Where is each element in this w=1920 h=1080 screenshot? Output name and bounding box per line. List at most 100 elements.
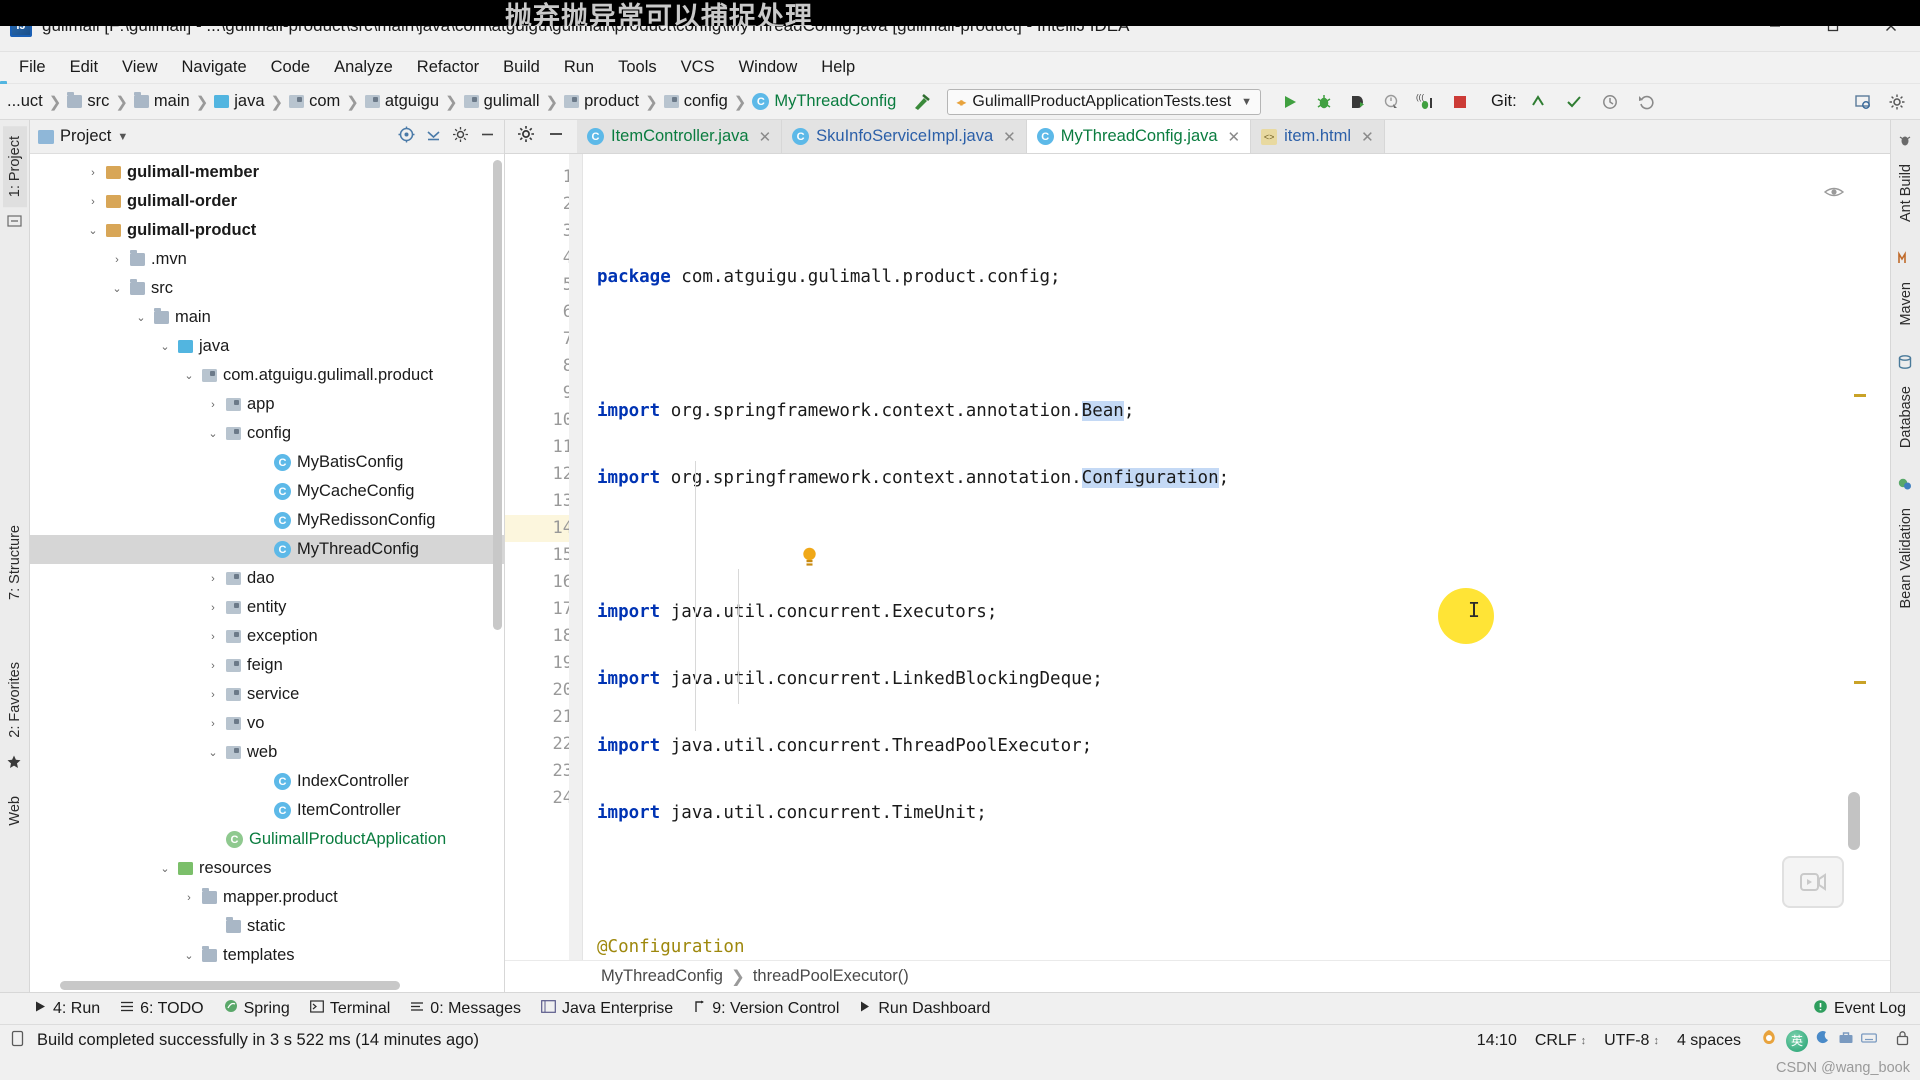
line-separator[interactable]: CRLF ↕: [1535, 1032, 1586, 1050]
menu-window[interactable]: Window: [728, 55, 809, 80]
gear-icon[interactable]: [517, 125, 535, 148]
menu-build[interactable]: Build: [492, 55, 551, 80]
expand-arrow-icon[interactable]: ›: [110, 254, 124, 266]
tree-node[interactable]: ⌄ web: [30, 738, 504, 767]
menu-refactor[interactable]: Refactor: [406, 55, 490, 80]
editor-vertical-scrollbar[interactable]: [1848, 792, 1860, 850]
tree-node[interactable]: › service: [30, 680, 504, 709]
breadcrumb-class[interactable]: MyThreadConfig: [601, 967, 723, 986]
settings-icon[interactable]: [1882, 88, 1912, 116]
git-update-icon[interactable]: [1523, 88, 1553, 116]
navbar-crumb-config[interactable]: config: [659, 84, 733, 119]
tree-node[interactable]: › gulimall-member: [30, 158, 504, 187]
sidebar-item-ant-build[interactable]: Ant Build: [1894, 154, 1918, 232]
menu-navigate[interactable]: Navigate: [171, 55, 258, 80]
sidebar-item-structure[interactable]: 7: Structure: [3, 515, 27, 610]
editor-viewport[interactable]: 1 2 3 4 5 6 7 8 9 10 11 12 13 14 15 16 1: [505, 154, 1890, 960]
sidebar-item-maven[interactable]: Maven: [1894, 272, 1918, 336]
tree-node[interactable]: ⌄ main: [30, 303, 504, 332]
editor-tab-itemcontroller[interactable]: C ItemController.java ✕: [577, 120, 783, 153]
menu-tools[interactable]: Tools: [607, 55, 668, 80]
expand-arrow-icon[interactable]: ⌄: [182, 949, 196, 962]
chevron-down-icon[interactable]: ▼: [117, 131, 128, 143]
git-revert-icon[interactable]: [1631, 88, 1661, 116]
tree-node[interactable]: › vo: [30, 709, 504, 738]
close-icon[interactable]: ✕: [1003, 128, 1016, 146]
sidebar-item-web[interactable]: Web: [3, 786, 27, 836]
expand-arrow-icon[interactable]: ⌄: [110, 282, 124, 295]
menu-file[interactable]: File: [8, 55, 57, 80]
expand-arrow-icon[interactable]: ⌄: [158, 340, 172, 353]
git-commit-icon[interactable]: [1559, 88, 1589, 116]
expand-arrow-icon[interactable]: ›: [182, 892, 196, 904]
tree-node[interactable]: static: [30, 912, 504, 941]
tree-node[interactable]: ⌄ resources: [30, 854, 504, 883]
breadcrumb-method[interactable]: threadPoolExecutor(): [753, 967, 909, 986]
tree-node[interactable]: › feign: [30, 651, 504, 680]
expand-arrow-icon[interactable]: ›: [206, 399, 220, 411]
tree-node[interactable]: C ItemController: [30, 796, 504, 825]
editor-tab-mythreadconfig[interactable]: C MyThreadConfig.java ✕: [1026, 120, 1252, 153]
build-hammer-icon[interactable]: [911, 92, 931, 112]
sidebar-item-bean-validation[interactable]: Bean Validation: [1894, 498, 1918, 619]
expand-arrow-icon[interactable]: ›: [206, 689, 220, 701]
tree-node[interactable]: ⌄ java: [30, 332, 504, 361]
sidebar-item-favorites[interactable]: 2: Favorites: [3, 652, 27, 748]
bottom-tab-terminal[interactable]: Terminal: [309, 1000, 390, 1018]
navbar-crumb-atguigu[interactable]: atguigu: [360, 84, 444, 119]
run-icon[interactable]: [1275, 88, 1305, 116]
project-tree[interactable]: › gulimall-member › gulimall-order ⌄ gul…: [30, 154, 504, 992]
tree-node[interactable]: ⌄ src: [30, 274, 504, 303]
tree-node[interactable]: ⌄ templates: [30, 941, 504, 970]
run-configuration-selector[interactable]: ◂▸ GulimallProductApplicationTests.test …: [947, 88, 1262, 115]
expand-arrow-icon[interactable]: ⌄: [86, 224, 100, 237]
bottom-tab-run-dashboard[interactable]: Run Dashboard: [859, 1000, 990, 1018]
preview-eye-icon[interactable]: [1698, 164, 1845, 224]
stop-icon[interactable]: [1445, 88, 1475, 116]
menu-vcs[interactable]: VCS: [670, 55, 726, 80]
code-content[interactable]: package com.atguigu.gulimall.product.con…: [583, 154, 1890, 960]
menu-run[interactable]: Run: [553, 55, 605, 80]
sidebar-item-database[interactable]: Database: [1894, 376, 1918, 458]
hide-pane-icon[interactable]: [479, 126, 496, 148]
expand-arrow-icon[interactable]: ›: [206, 718, 220, 730]
tree-node[interactable]: C MyRedissonConfig: [30, 506, 504, 535]
bottom-tab-java-enterprise[interactable]: Java Enterprise: [541, 1000, 673, 1018]
menu-edit[interactable]: Edit: [59, 55, 109, 80]
menu-help[interactable]: Help: [810, 55, 866, 80]
inspection-marker[interactable]: [1854, 394, 1866, 397]
close-icon[interactable]: ✕: [1361, 128, 1374, 146]
expand-arrow-icon[interactable]: ⌄: [134, 311, 148, 324]
navbar-crumb-product[interactable]: ...uct: [2, 84, 48, 119]
profile-icon[interactable]: [1377, 88, 1407, 116]
ime-indicator[interactable]: 英: [1759, 1028, 1877, 1053]
close-icon[interactable]: ✕: [759, 128, 772, 146]
indent-setting[interactable]: 4 spaces: [1677, 1032, 1741, 1050]
expand-arrow-icon[interactable]: ⌄: [158, 862, 172, 875]
tree-node[interactable]: › mapper.product: [30, 883, 504, 912]
navbar-crumb-class[interactable]: C MyThreadConfig: [747, 84, 901, 119]
tree-node[interactable]: › app: [30, 390, 504, 419]
gear-icon[interactable]: [452, 126, 469, 148]
tree-horizontal-scrollbar[interactable]: [60, 981, 400, 990]
expand-arrow-icon[interactable]: ›: [206, 660, 220, 672]
navbar-crumb-com[interactable]: com: [284, 84, 345, 119]
bottom-tab-spring[interactable]: Spring: [224, 999, 290, 1018]
navbar-crumb-main[interactable]: main: [129, 84, 195, 119]
collapse-all-icon[interactable]: [425, 126, 442, 148]
tree-node[interactable]: › exception: [30, 622, 504, 651]
file-encoding[interactable]: UTF-8 ↕: [1604, 1032, 1659, 1050]
run-tests-icon[interactable]: (((: [1411, 88, 1441, 116]
tree-node[interactable]: C GulimallProductApplication: [30, 825, 504, 854]
git-history-icon[interactable]: [1595, 88, 1625, 116]
status-lock-icon[interactable]: [1895, 1030, 1910, 1051]
navbar-crumb-gulimall[interactable]: gulimall: [459, 84, 545, 119]
bottom-tab-version-control[interactable]: 9: Version Control: [693, 1000, 839, 1018]
video-overlay-badge[interactable]: [1782, 856, 1844, 908]
expand-arrow-icon[interactable]: ›: [206, 573, 220, 585]
inspection-marker[interactable]: [1854, 681, 1866, 684]
tree-node[interactable]: › entity: [30, 593, 504, 622]
caret-position[interactable]: 14:10: [1477, 1032, 1517, 1050]
navbar-crumb-src[interactable]: src: [62, 84, 114, 119]
expand-arrow-icon[interactable]: ⌄: [182, 369, 196, 382]
